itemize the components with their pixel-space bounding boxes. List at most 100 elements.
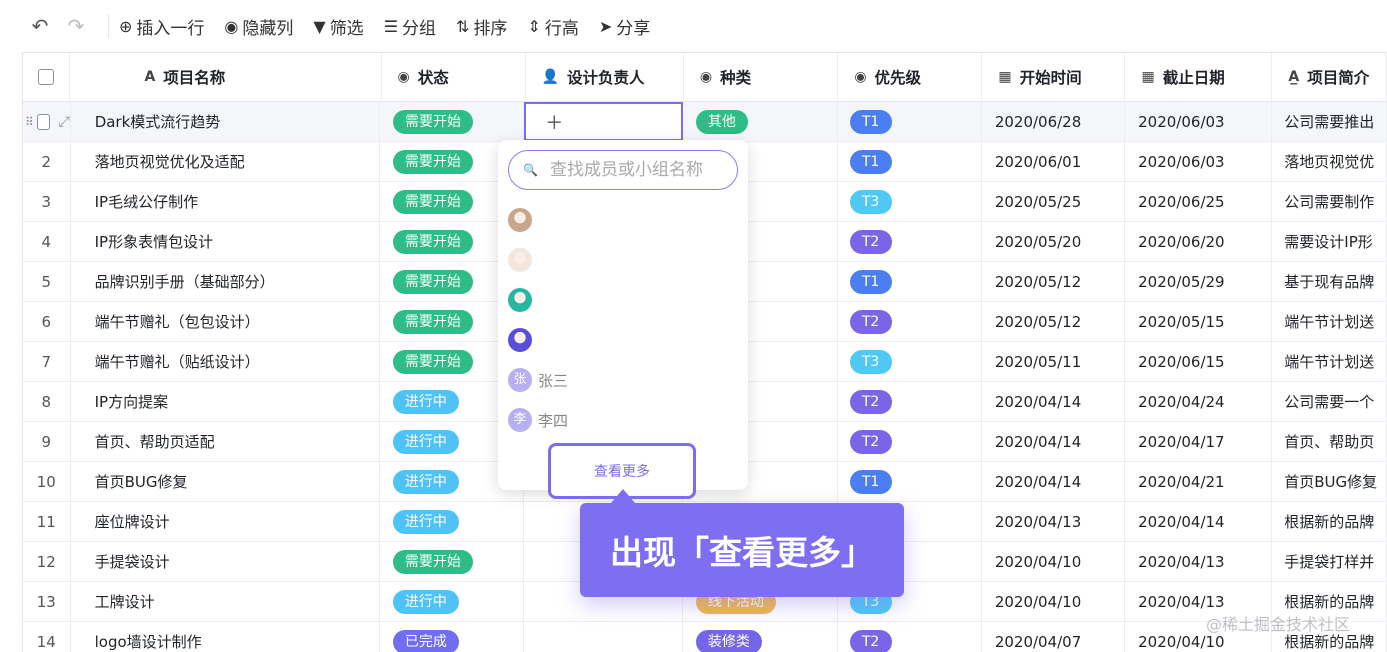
row-index-cell[interactable]: 10 xyxy=(23,462,71,501)
end-date-cell[interactable]: 2020/04/17 xyxy=(1125,422,1273,461)
description-cell[interactable]: 公司需要制作 xyxy=(1272,182,1387,221)
project-name-cell[interactable]: 首页BUG修复 xyxy=(71,462,380,501)
end-date-cell[interactable]: 2020/06/03 xyxy=(1125,102,1273,141)
member-option[interactable] xyxy=(508,245,532,275)
owner-cell[interactable]: ＋ xyxy=(524,102,683,141)
drag-handle-icon[interactable]: ⠿ xyxy=(25,115,34,129)
end-date-cell[interactable]: 2020/05/29 xyxy=(1125,262,1273,301)
add-member-icon[interactable]: ＋ xyxy=(545,109,563,135)
start-date-cell[interactable]: 2020/06/01 xyxy=(982,142,1126,181)
member-option[interactable] xyxy=(508,285,532,315)
start-date-cell[interactable]: 2020/06/28 xyxy=(982,102,1126,141)
description-cell[interactable]: 端午节计划送 xyxy=(1272,302,1387,341)
start-date-cell[interactable]: 2020/04/14 xyxy=(982,422,1126,461)
row-index-cell[interactable]: 12 xyxy=(23,542,71,581)
column-header-type[interactable]: ◉ 种类 xyxy=(684,53,839,101)
type-cell[interactable]: 其他 xyxy=(683,102,838,141)
status-cell[interactable]: 需要开始 xyxy=(380,542,525,581)
start-date-cell[interactable]: 2020/04/10 xyxy=(982,542,1126,581)
end-date-cell[interactable]: 2020/06/25 xyxy=(1125,182,1273,221)
end-date-cell[interactable]: 2020/04/13 xyxy=(1125,542,1273,581)
row-index-cell[interactable]: 14 xyxy=(23,622,71,652)
description-cell[interactable]: 首页、帮助页 xyxy=(1272,422,1387,461)
member-option[interactable] xyxy=(508,325,532,355)
toolbar-item-plus-circle[interactable]: ⊕ 插入一行 xyxy=(119,14,204,39)
priority-cell[interactable]: T1 xyxy=(838,102,982,141)
toolbar-item-filter[interactable]: ▼ 筛选 xyxy=(313,14,363,39)
end-date-cell[interactable]: 2020/06/15 xyxy=(1125,342,1273,381)
column-header-start[interactable]: ▦ 开始时间 xyxy=(982,53,1126,101)
start-date-cell[interactable]: 2020/04/13 xyxy=(982,502,1126,541)
start-date-cell[interactable]: 2020/04/14 xyxy=(982,382,1126,421)
undo-icon[interactable]: ↶ xyxy=(22,14,58,38)
project-name-cell[interactable]: 落地页视觉优化及适配 xyxy=(71,142,380,181)
project-name-cell[interactable]: 工牌设计 xyxy=(71,582,380,621)
table-row[interactable]: ⠿ ⤢ Dark模式流行趋势 需要开始 ＋ 其他 T1 2020/06/28 2020/06/0… xyxy=(23,102,1387,142)
status-cell[interactable]: 需要开始 xyxy=(380,102,525,141)
select-all-cell[interactable] xyxy=(23,53,71,101)
owner-cell[interactable] xyxy=(524,622,683,652)
priority-cell[interactable]: T1 xyxy=(838,262,982,301)
start-date-cell[interactable]: 2020/04/10 xyxy=(982,582,1126,621)
project-name-cell[interactable]: 端午节赠礼（贴纸设计） xyxy=(71,342,380,381)
member-search-input[interactable] xyxy=(549,160,730,180)
description-cell[interactable]: 手提袋打样并 xyxy=(1272,542,1387,581)
priority-cell[interactable]: T1 xyxy=(838,142,982,181)
description-cell[interactable]: 公司需要推出 xyxy=(1272,102,1387,141)
row-index-cell[interactable]: 13 xyxy=(23,582,71,621)
toolbar-item-eye[interactable]: ◉ 隐藏列 xyxy=(224,14,293,39)
end-date-cell[interactable]: 2020/04/21 xyxy=(1125,462,1273,501)
column-header-owner[interactable]: 👤 设计负责人 xyxy=(526,53,684,101)
row-index-cell[interactable]: 2 xyxy=(23,142,71,181)
priority-cell[interactable]: T2 xyxy=(838,222,982,261)
end-date-cell[interactable]: 2020/04/14 xyxy=(1125,502,1273,541)
project-name-cell[interactable]: 品牌识别手册（基础部分） xyxy=(71,262,380,301)
description-cell[interactable]: 公司需要一个 xyxy=(1272,382,1387,421)
project-name-cell[interactable]: 首页、帮助页适配 xyxy=(71,422,380,461)
start-date-cell[interactable]: 2020/05/12 xyxy=(982,262,1126,301)
column-header-desc[interactable]: A̲ 项目简介 xyxy=(1272,53,1387,101)
member-option[interactable]: 张张三 xyxy=(508,365,568,395)
end-date-cell[interactable]: 2020/06/03 xyxy=(1125,142,1273,181)
member-option[interactable]: 李李四 xyxy=(508,405,568,435)
priority-cell[interactable]: T3 xyxy=(838,182,982,221)
start-date-cell[interactable]: 2020/05/12 xyxy=(982,302,1126,341)
end-date-cell[interactable]: 2020/05/15 xyxy=(1125,302,1273,341)
toolbar-item-group[interactable]: ☰ 分组 xyxy=(384,14,436,39)
row-index-cell[interactable]: 9 xyxy=(23,422,71,461)
priority-cell[interactable]: T2 xyxy=(838,422,982,461)
type-cell[interactable]: 装修类 xyxy=(683,622,838,652)
row-index-cell[interactable]: 3 xyxy=(23,182,71,221)
priority-cell[interactable]: T2 xyxy=(838,382,982,421)
project-name-cell[interactable]: 座位牌设计 xyxy=(71,502,380,541)
row-index-cell[interactable]: 7 xyxy=(23,342,71,381)
row-checkbox[interactable] xyxy=(36,113,51,130)
table-row[interactable]: 14 logo墙设计制作 已完成 装修类 T2 2020/04/07 2020/04/10 根… xyxy=(23,622,1387,652)
column-header-priority[interactable]: ◉ 优先级 xyxy=(838,53,983,101)
select-all-checkbox[interactable] xyxy=(38,69,55,85)
project-name-cell[interactable]: Dark模式流行趋势 xyxy=(71,102,380,141)
toolbar-item-row-height[interactable]: ⇕ 行高 xyxy=(527,14,578,39)
start-date-cell[interactable]: 2020/04/14 xyxy=(982,462,1126,501)
member-option[interactable] xyxy=(508,205,532,235)
row-index-cell[interactable]: 11 xyxy=(23,502,71,541)
column-header-end[interactable]: ▦ 截止日期 xyxy=(1125,53,1273,101)
project-name-cell[interactable]: 手提袋设计 xyxy=(71,542,380,581)
project-name-cell[interactable]: 端午节赠礼（包包设计） xyxy=(71,302,380,341)
start-date-cell[interactable]: 2020/05/25 xyxy=(982,182,1126,221)
row-index-cell[interactable]: ⠿ ⤢ xyxy=(23,102,71,141)
status-cell[interactable]: 进行中 xyxy=(380,582,525,621)
row-index-cell[interactable]: 6 xyxy=(23,302,71,341)
start-date-cell[interactable]: 2020/04/07 xyxy=(982,622,1126,652)
end-date-cell[interactable]: 2020/06/20 xyxy=(1125,222,1273,261)
priority-cell[interactable]: T2 xyxy=(838,302,982,341)
description-cell[interactable]: 首页BUG修复 xyxy=(1272,462,1387,501)
project-name-cell[interactable]: IP方向提案 xyxy=(71,382,380,421)
column-header-name[interactable]: A 项目名称 xyxy=(70,53,382,101)
description-cell[interactable]: 基于现有品牌 xyxy=(1272,262,1387,301)
row-index-cell[interactable]: 5 xyxy=(23,262,71,301)
redo-icon[interactable]: ↷ xyxy=(58,14,94,38)
column-header-status[interactable]: ◉ 状态 xyxy=(382,53,526,101)
description-cell[interactable]: 落地页视觉优 xyxy=(1272,142,1387,181)
toolbar-item-share[interactable]: ➤ 分享 xyxy=(599,14,650,39)
